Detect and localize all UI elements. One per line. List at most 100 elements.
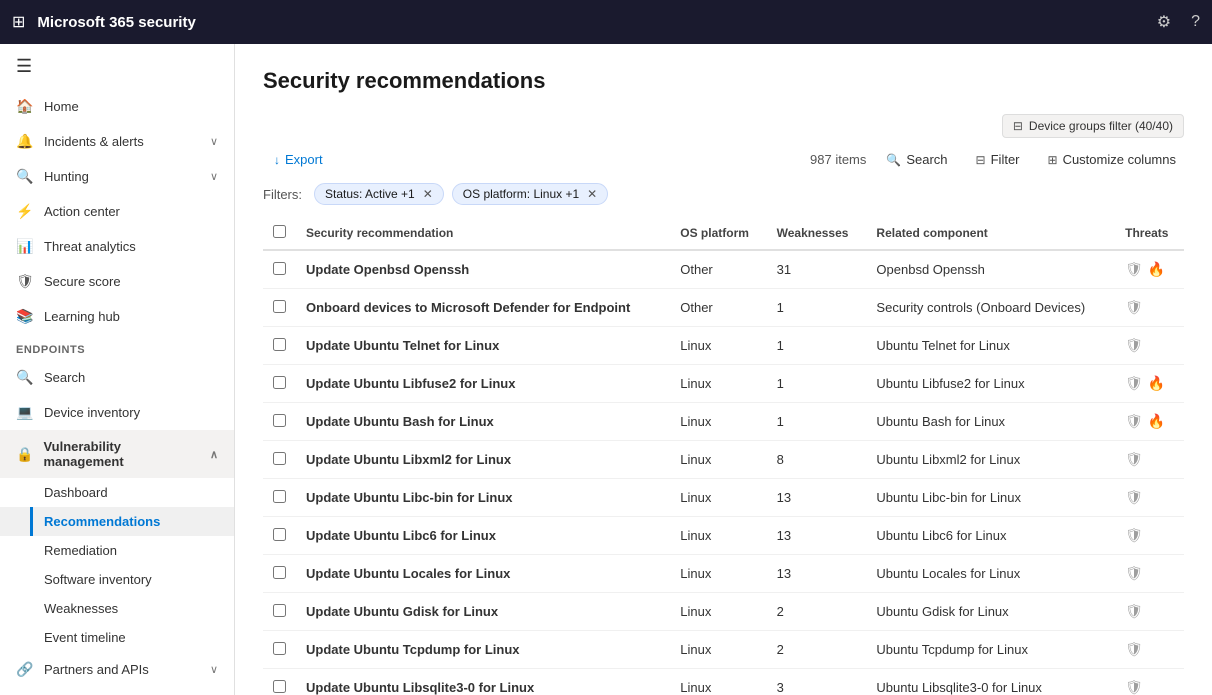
sidebar-item-learning-hub[interactable]: 📚 Learning hub <box>0 299 234 334</box>
rec-weaknesses: 31 <box>767 250 867 289</box>
filter-icon: ⊟ <box>976 153 986 167</box>
col-header-os-platform[interactable]: OS platform <box>670 217 766 250</box>
chevron-up-icon: ∧ <box>210 448 218 461</box>
sidebar-item-vulnerability-mgmt[interactable]: 🔒 Vulnerability management ∧ <box>0 430 234 478</box>
col-header-threats[interactable]: Threats <box>1115 217 1184 250</box>
sidebar-item-device-inventory[interactable]: 💻 Device inventory <box>0 395 234 430</box>
row-checkbox[interactable] <box>273 528 286 541</box>
sidebar-subitem-recommendations[interactable]: Recommendations <box>0 507 234 536</box>
row-checkbox[interactable] <box>273 300 286 313</box>
chevron-down-icon: ∨ <box>210 170 218 183</box>
sidebar-item-partners[interactable]: 🔗 Partners and APIs ∨ <box>0 652 234 687</box>
row-checkbox[interactable] <box>273 376 286 389</box>
row-checkbox[interactable] <box>273 262 286 275</box>
row-checkbox[interactable] <box>273 604 286 617</box>
settings-icon[interactable]: ⚙ <box>1157 12 1171 32</box>
table-row[interactable]: Update Ubuntu Gdisk for Linux Linux 2 Ub… <box>263 593 1184 631</box>
filter-chip-status[interactable]: Status: Active +1 ✕ <box>314 183 444 205</box>
col-header-weaknesses[interactable]: Weaknesses <box>767 217 867 250</box>
rec-name: Update Ubuntu Libxml2 for Linux <box>296 441 670 479</box>
sidebar-subitem-remediation[interactable]: Remediation <box>0 536 234 565</box>
sidebar-item-threat-analytics[interactable]: 📊 Threat analytics <box>0 229 234 264</box>
table-row[interactable]: Update Ubuntu Libsqlite3-0 for Linux Lin… <box>263 669 1184 695</box>
rec-component: Openbsd Openssh <box>866 250 1115 289</box>
toolbar-left: ↓ Export <box>263 146 334 173</box>
table-row[interactable]: Update Ubuntu Libc6 for Linux Linux 13 U… <box>263 517 1184 555</box>
filter-chip-os[interactable]: OS platform: Linux +1 ✕ <box>452 183 608 205</box>
sidebar-item-secure-score-label: Secure score <box>44 274 121 289</box>
rec-name: Update Ubuntu Gdisk for Linux <box>296 593 670 631</box>
table-row[interactable]: Update Ubuntu Libxml2 for Linux Linux 8 … <box>263 441 1184 479</box>
rec-platform: Linux <box>670 517 766 555</box>
recommendations-table: Security recommendation OS platform Weak… <box>263 217 1184 695</box>
filter-label: Filter <box>991 152 1020 167</box>
device-groups-filter[interactable]: ⊟ Device groups filter (40/40) <box>1002 114 1184 138</box>
sidebar-subitem-event-timeline[interactable]: Event timeline <box>0 623 234 652</box>
rec-platform: Linux <box>670 631 766 669</box>
table-row[interactable]: Update Ubuntu Telnet for Linux Linux 1 U… <box>263 327 1184 365</box>
row-checkbox[interactable] <box>273 452 286 465</box>
filter-chip-status-close[interactable]: ✕ <box>423 187 433 201</box>
hunting-icon: 🔍 <box>16 168 34 185</box>
grid-icon[interactable]: ⊞ <box>12 12 25 32</box>
shield-threat-icon: 🛡 <box>1125 603 1143 620</box>
row-checkbox[interactable] <box>273 642 286 655</box>
row-checkbox[interactable] <box>273 338 286 351</box>
sidebar-subitem-dashboard[interactable]: Dashboard <box>0 478 234 507</box>
select-all-header[interactable] <box>263 217 296 250</box>
help-icon[interactable]: ? <box>1191 13 1200 31</box>
sidebar-item-incidents[interactable]: 🔔 Incidents & alerts ∨ <box>0 124 234 159</box>
rec-platform: Linux <box>670 327 766 365</box>
sidebar-subitem-weaknesses-label: Weaknesses <box>44 601 118 616</box>
rec-component: Ubuntu Libsqlite3-0 for Linux <box>866 669 1115 695</box>
chevron-down-icon: ∨ <box>210 135 218 148</box>
rec-name: Update Ubuntu Libfuse2 for Linux <box>296 365 670 403</box>
sidebar: ☰ 🏠 Home 🔔 Incidents & alerts ∨ 🔍 Huntin… <box>0 44 235 695</box>
link-icon: 🔗 <box>16 661 34 678</box>
col-header-related-component[interactable]: Related component <box>866 217 1115 250</box>
sidebar-item-search[interactable]: 🔍 Search <box>0 360 234 395</box>
rec-platform: Linux <box>670 555 766 593</box>
sidebar-subitem-software-inventory-label: Software inventory <box>44 572 152 587</box>
rec-name: Update Ubuntu Libc6 for Linux <box>296 517 670 555</box>
sidebar-item-evaluation[interactable]: 🎓 Evaluation & tutorials ∨ <box>0 687 234 695</box>
customize-columns-button[interactable]: ⊞ Customize columns <box>1040 148 1185 171</box>
bell-icon: 🔔 <box>16 133 34 150</box>
main-content: Security recommendations ⊟ Device groups… <box>235 44 1212 695</box>
col-header-recommendation[interactable]: Security recommendation <box>296 217 670 250</box>
table-row[interactable]: Update Ubuntu Locales for Linux Linux 13… <box>263 555 1184 593</box>
select-all-checkbox[interactable] <box>273 225 286 238</box>
shield-icon: 🛡 <box>16 273 34 290</box>
item-count: 987 items <box>810 152 866 167</box>
table-row[interactable]: Update Ubuntu Tcpdump for Linux Linux 2 … <box>263 631 1184 669</box>
sidebar-item-action-center[interactable]: ⚡ Action center <box>0 194 234 229</box>
export-button[interactable]: ↓ Export <box>263 146 334 173</box>
filters-label: Filters: <box>263 187 302 202</box>
sidebar-subitem-weaknesses[interactable]: Weaknesses <box>0 594 234 623</box>
row-checkbox[interactable] <box>273 566 286 579</box>
table-row[interactable]: Onboard devices to Microsoft Defender fo… <box>263 289 1184 327</box>
rec-platform: Other <box>670 289 766 327</box>
rec-threats: 🛡 <box>1115 631 1184 669</box>
search-button[interactable]: 🔍 Search <box>878 148 955 171</box>
table-row[interactable]: Update Ubuntu Libc-bin for Linux Linux 1… <box>263 479 1184 517</box>
row-checkbox[interactable] <box>273 490 286 503</box>
shield-threat-icon: 🛡 <box>1125 261 1143 278</box>
sidebar-item-home[interactable]: 🏠 Home <box>0 89 234 124</box>
sidebar-subitem-event-timeline-label: Event timeline <box>44 630 126 645</box>
row-checkbox[interactable] <box>273 414 286 427</box>
sidebar-item-secure-score[interactable]: 🛡 Secure score <box>0 264 234 299</box>
table-row[interactable]: Update Ubuntu Libfuse2 for Linux Linux 1… <box>263 365 1184 403</box>
row-checkbox[interactable] <box>273 680 286 693</box>
filter-button[interactable]: ⊟ Filter <box>968 148 1028 171</box>
sidebar-item-hunting[interactable]: 🔍 Hunting ∨ <box>0 159 234 194</box>
hamburger-button[interactable]: ☰ <box>0 44 234 89</box>
analytics-icon: 📊 <box>16 238 34 255</box>
table-row[interactable]: Update Ubuntu Bash for Linux Linux 1 Ubu… <box>263 403 1184 441</box>
filter-chip-os-close[interactable]: ✕ <box>587 187 597 201</box>
table-row[interactable]: Update Openbsd Openssh Other 31 Openbsd … <box>263 250 1184 289</box>
rec-threats: 🛡 <box>1115 669 1184 695</box>
filters-row: Filters: Status: Active +1 ✕ OS platform… <box>263 183 1184 205</box>
sidebar-subitem-software-inventory[interactable]: Software inventory <box>0 565 234 594</box>
rec-component: Ubuntu Libfuse2 for Linux <box>866 365 1115 403</box>
